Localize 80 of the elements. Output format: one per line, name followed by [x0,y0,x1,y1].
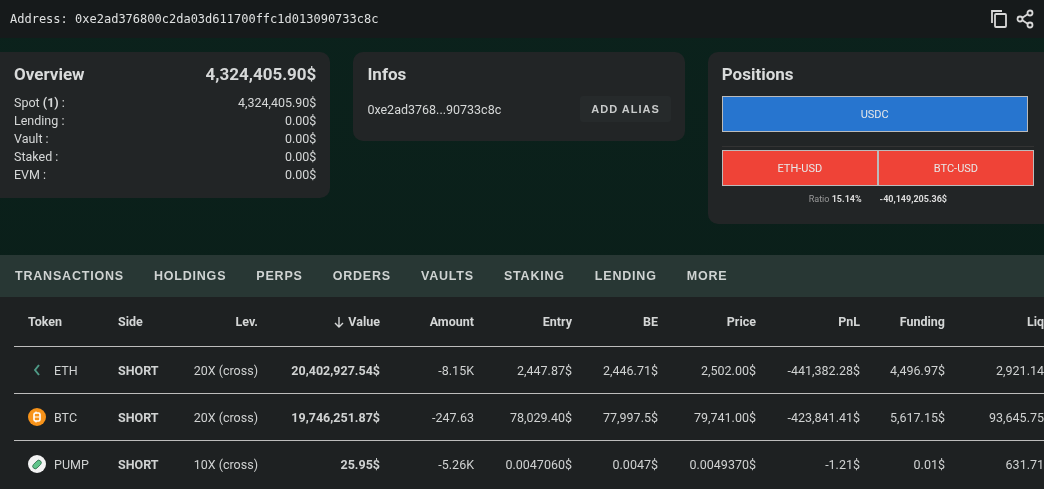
column-header[interactable]: Funding [860,314,945,329]
balance-value: 4,324,405.90$ [237,94,317,112]
table-cell-text: 0.0047$ [611,456,658,472]
column-header[interactable]: Side [104,314,185,329]
balance-label: Spot (1) : [14,94,65,112]
tab[interactable]: PERPS [256,269,303,283]
short-position-bar: ETH-USD [721,150,878,186]
token-name: BTC [54,409,78,425]
token-name: PUMP [54,456,89,472]
sort-arrow-icon [334,315,345,328]
table-cell-text: 2,446.71$ [602,362,658,378]
tab[interactable]: HOLDINGS [153,269,227,283]
column-header[interactable]: PnL [756,314,860,329]
column-header[interactable]: Value [258,314,380,329]
table-cell-text: 20X (cross) [192,362,258,378]
table-cell-text: 2,502.00$ [700,362,756,378]
balance-label: Lending : [14,112,65,130]
tab[interactable]: TRANSACTIONS [15,269,124,283]
net-value: -40,149,205.36$ [879,194,947,204]
long-position-bar: USDC [721,96,1028,132]
table-cell-text: 79,741.00$ [693,409,756,425]
table-cell-text: SHORT [117,456,160,472]
table-cell-text: 0.0047060$ [504,456,572,472]
table-cell-text: 631.71 [1004,456,1044,472]
tab[interactable]: LENDING [594,269,657,283]
add-alias-button[interactable]: ADD ALIAS [580,96,671,122]
balance-value: 0.00$ [284,112,317,130]
column-header[interactable]: Amount [380,314,474,329]
table-cell-text: 20X (cross) [192,409,258,425]
table-cell-text: -441,382.28$ [786,362,860,378]
copy-icon[interactable] [990,9,1008,29]
table-cell-text: 20,402,927.54$ [290,362,380,378]
card-title: Positions [721,64,795,84]
table-cell-text: 93,645.75 [988,409,1044,425]
balance-label: EVM : [14,166,47,184]
short-address: 0xe2ad3768...90733c8c [367,101,502,117]
short-position-bar: BTC-USD [877,150,1034,186]
ratio-text: Ratio 15.14% [808,194,862,204]
table-cell-text: SHORT [117,362,160,378]
table-cell-text: 25.95$ [339,456,380,472]
share-icon[interactable] [1016,9,1034,29]
column-header[interactable]: Price [658,314,756,329]
table-cell-text: -8.15K [437,362,474,378]
column-header[interactable]: Token [14,314,104,329]
table-cell-text: 0.01$ [912,456,945,472]
total-value: 4,324,405.90$ [205,64,317,84]
address-text: Address: 0xe2ad376800c2da03d611700ffc1d013090733c8c [10,12,379,26]
table-cell-text: 4,496.97$ [889,362,945,378]
card-title: Overview [14,64,85,84]
table-cell-text: 2,921.14 [995,362,1044,378]
balance-value: 0.00$ [284,130,317,148]
table-cell-text: -423,841.41$ [786,409,860,425]
tab[interactable]: VAULTS [420,269,474,283]
table-cell-text: -5.26K [437,456,474,472]
column-header[interactable]: Lev. [185,314,258,329]
table-cell-text: 10X (cross) [192,456,258,472]
token-name: ETH [54,362,78,378]
table-cell-text: -247.63 [431,409,474,425]
column-header[interactable]: BE [572,314,658,329]
table-cell-text: -1.21$ [824,456,860,472]
column-header[interactable]: Liq [945,314,1044,329]
table-cell-text: 78,029.40$ [509,409,572,425]
balance-label: Vault : [14,130,49,148]
card-title: Infos [367,64,408,84]
tab[interactable]: STAKING [503,269,565,283]
coin-icon [28,408,46,426]
balance-value: 0.00$ [284,148,317,166]
column-header[interactable]: Entry [474,314,572,329]
table-cell-text: 5,617.15$ [889,409,945,425]
pill-icon [28,455,46,473]
table-cell-text: 0.0049370$ [688,456,756,472]
balance-value: 0.00$ [284,166,317,184]
table-cell-text: 77,997.5$ [602,409,658,425]
table-cell-text: 2,447.87$ [516,362,572,378]
balance-label: Staked : [14,148,59,166]
tab[interactable]: ORDERS [332,269,391,283]
tab[interactable]: MORE [686,269,728,283]
table-cell-text: 19,746,251.87$ [290,409,380,425]
eth-icon [34,364,40,376]
table-cell-text: SHORT [117,409,160,425]
